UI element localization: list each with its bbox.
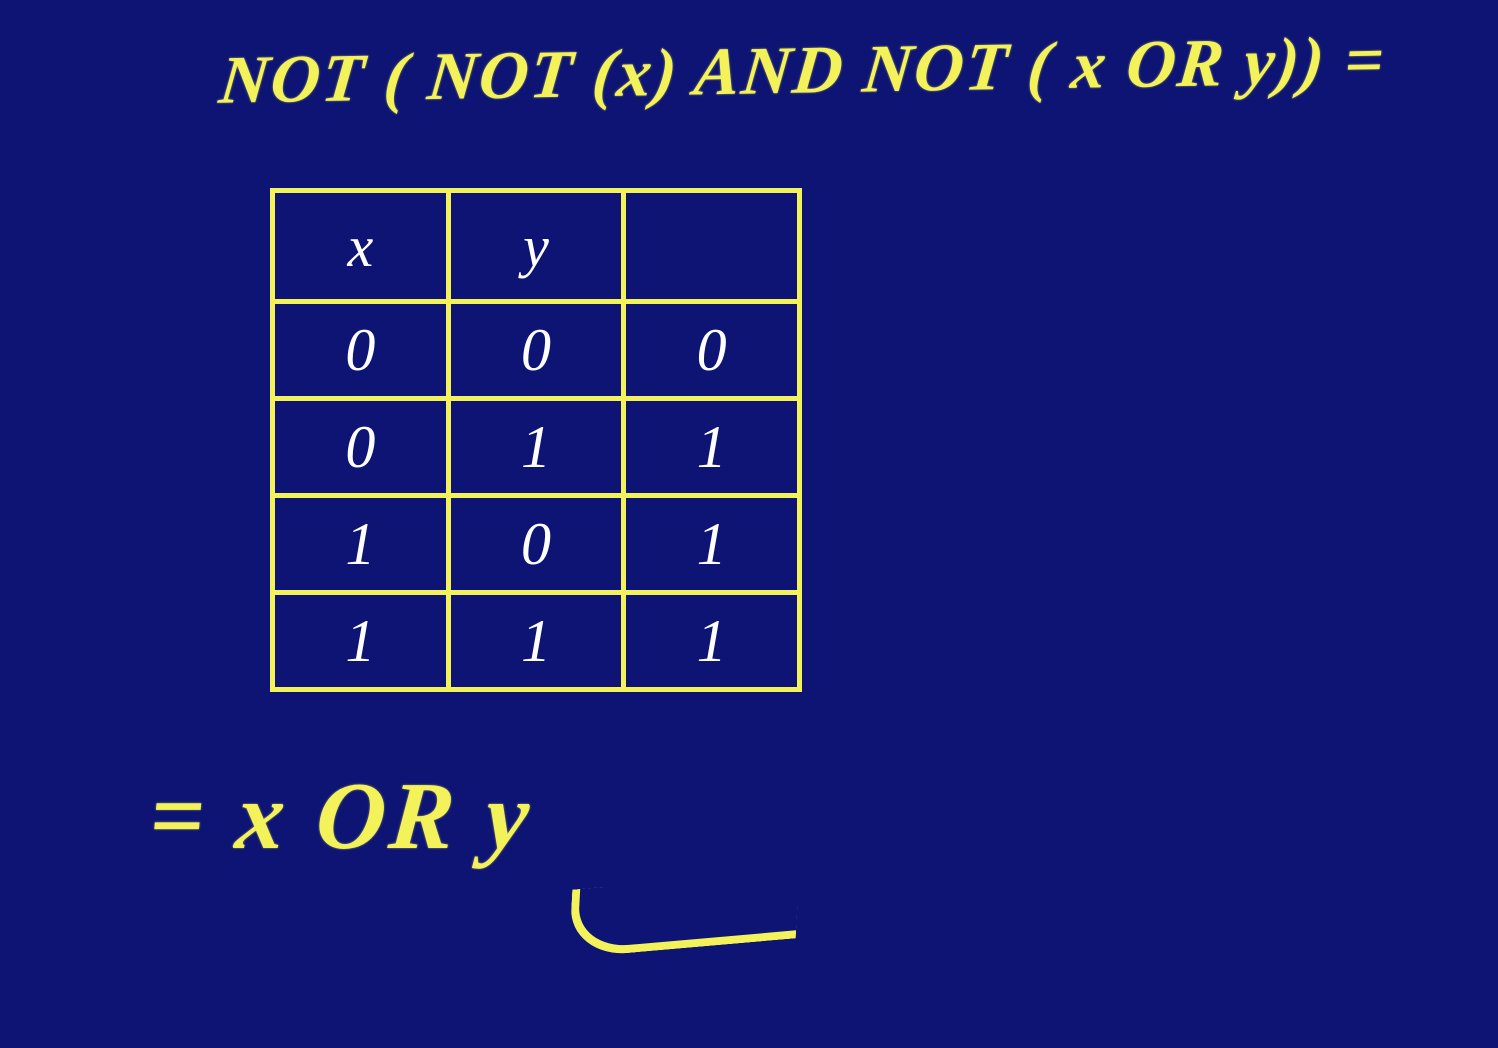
whiteboard-stage: NOT ( NOT (x) AND NOT ( x OR y)) = x y 0…	[0, 0, 1498, 1048]
table-row: 0 1 1	[273, 399, 800, 496]
expression-bottom: = x OR y	[145, 760, 537, 871]
cell: 0	[448, 496, 624, 593]
cell: 0	[273, 399, 449, 496]
cell: 1	[448, 399, 624, 496]
truth-table: x y 0 0 0 0 1 1 1 0 1 1 1 1	[270, 188, 802, 656]
cell: 1	[624, 399, 800, 496]
table-row: 0 0 0	[273, 302, 800, 399]
cell: 0	[448, 302, 624, 399]
handwriting-flourish-icon	[569, 870, 800, 958]
table-row: x y	[273, 191, 800, 302]
cell: 1	[624, 496, 800, 593]
cell: 1	[448, 593, 624, 690]
cell: 1	[273, 496, 449, 593]
col-header-x: x	[273, 191, 449, 302]
cell: 0	[273, 302, 449, 399]
expression-top: NOT ( NOT (x) AND NOT ( x OR y)) =	[216, 19, 1462, 120]
col-header-y: y	[448, 191, 624, 302]
table-row: 1 1 1	[273, 593, 800, 690]
cell: 1	[273, 593, 449, 690]
cell: 0	[624, 302, 800, 399]
cell: 1	[624, 593, 800, 690]
col-header-result	[624, 191, 800, 302]
table-row: 1 0 1	[273, 496, 800, 593]
truth-table-grid: x y 0 0 0 0 1 1 1 0 1 1 1 1	[270, 188, 802, 692]
